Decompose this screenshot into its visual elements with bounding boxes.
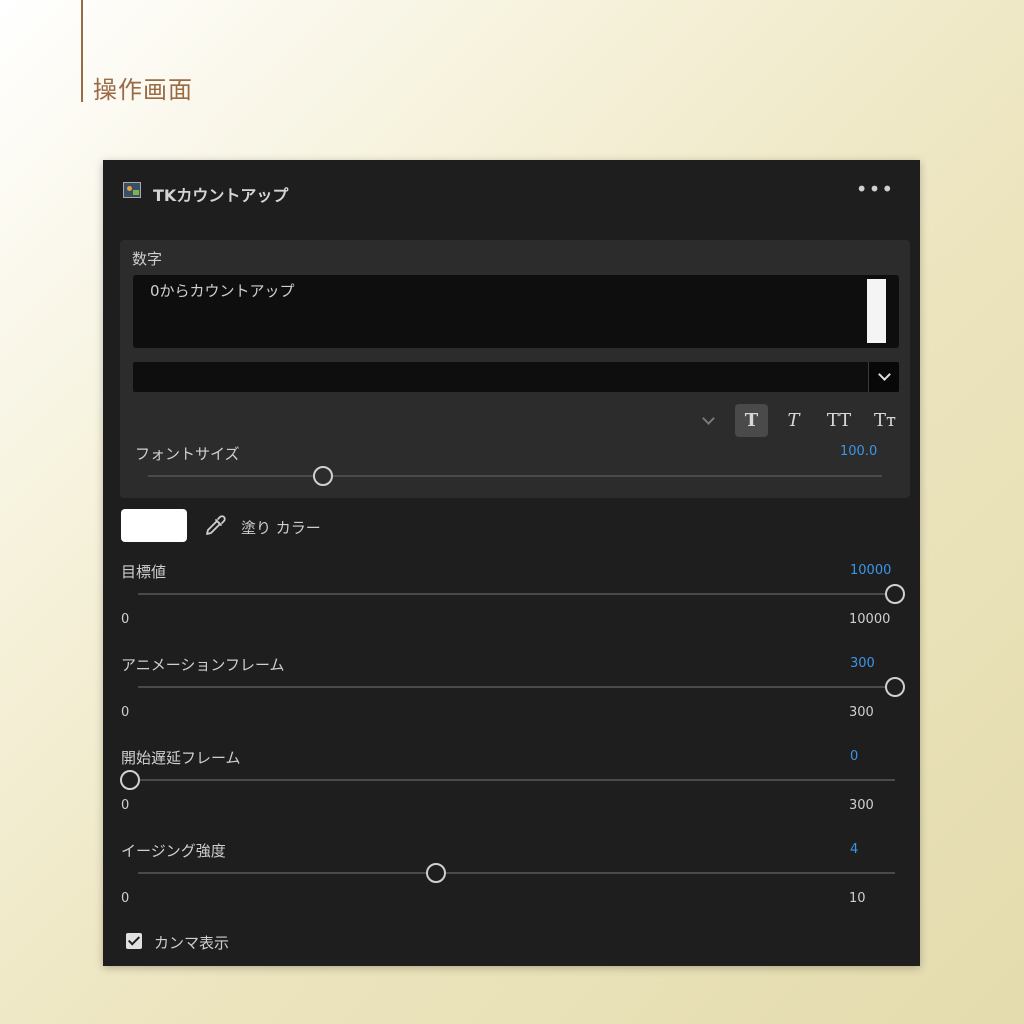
font-size-value[interactable]: 100.0 [840,444,877,459]
comma-display-label: カンマ表示 [154,934,230,952]
chevron-down-icon [877,368,891,381]
font-size-slider-thumb[interactable] [313,466,333,486]
param-label-animation-frames: アニメーションフレーム [121,656,285,674]
plugin-panel: TKカウントアップ ••• 数字 0からカウントアップ T T TT Tт フォ… [103,160,920,966]
text-section: 数字 0からカウントアップ T T TT Tт フォントサイズ 100.0 [120,240,910,498]
param-min-animation-frames: 0 [121,705,130,720]
text-cursor-block [867,279,886,343]
font-family-select[interactable] [133,362,899,392]
style-bold-button[interactable]: T [735,404,768,437]
heading-accent-line [81,0,83,102]
param-max-easing-strength: 10 [849,891,866,906]
param-slider-track-start-delay[interactable] [138,779,895,781]
param-slider-track-target-value[interactable] [138,593,895,595]
param-slider-track-easing-strength[interactable] [138,872,895,874]
source-text-value: 0からカウントアップ [150,282,295,300]
font-dropdown-button[interactable] [868,362,899,392]
param-max-target-value: 10000 [849,612,891,627]
param-min-easing-strength: 0 [121,891,130,906]
fill-color-swatch[interactable] [121,509,187,542]
param-slider-thumb-animation-frames[interactable] [885,677,905,697]
plugin-icon [123,182,141,198]
style-small-caps-button[interactable]: Tт [865,404,905,437]
font-size-label: フォントサイズ [135,445,240,463]
param-slider-thumb-easing-strength[interactable] [426,863,446,883]
param-value-animation-frames[interactable]: 300 [850,656,875,671]
font-size-slider-track[interactable] [148,475,882,477]
param-max-start-delay: 300 [849,798,874,813]
param-min-start-delay: 0 [121,798,130,813]
param-slider-thumb-target-value[interactable] [885,584,905,604]
comma-display-checkbox[interactable] [126,933,142,949]
param-min-target-value: 0 [121,612,130,627]
fill-color-label: 塗り カラー [241,519,321,537]
param-value-start-delay[interactable]: 0 [850,749,858,764]
param-label-easing-strength: イージング強度 [121,842,226,860]
panel-title: TKカウントアップ [153,186,289,205]
param-label-start-delay: 開始遅延フレーム [121,749,241,767]
page-title: 操作画面 [93,76,193,104]
param-max-animation-frames: 300 [849,705,874,720]
text-section-label: 数字 [132,250,163,268]
param-slider-track-animation-frames[interactable] [138,686,895,688]
style-all-caps-button[interactable]: TT [819,404,859,437]
param-label-target-value: 目標値 [121,563,167,581]
more-horizontal-icon[interactable]: ••• [855,178,895,204]
style-italic-button[interactable]: T [777,404,810,437]
font-style-chevron-icon[interactable] [698,412,722,432]
eyedropper-icon[interactable] [203,514,227,538]
param-slider-thumb-start-delay[interactable] [120,770,140,790]
source-text-input[interactable]: 0からカウントアップ [133,275,899,348]
param-value-target-value[interactable]: 10000 [850,563,891,578]
param-value-easing-strength[interactable]: 4 [850,842,858,857]
